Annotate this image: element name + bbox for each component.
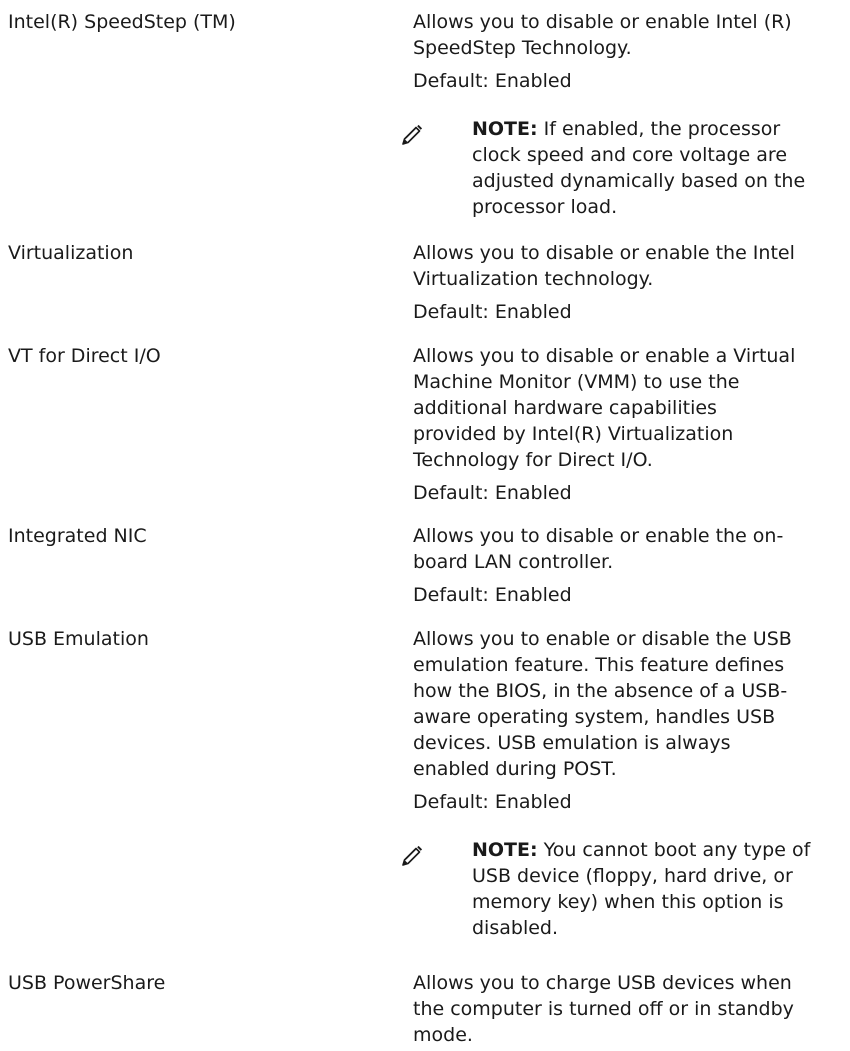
description-line: Allows you to disable or enable the on- <box>413 525 784 547</box>
option-description: Allows you to disable or enable the Inte… <box>413 240 845 325</box>
description-line: the computer is turned off or in standby <box>413 998 794 1020</box>
description-line: Machine Monitor (VMM) to use the <box>413 371 740 393</box>
description-line: SpeedStep Technology. <box>413 37 632 59</box>
note-line: adjusted dynamically based on the <box>472 170 806 192</box>
note-pencil-icon <box>402 124 423 145</box>
description-line: emulation feature. This feature defines <box>413 654 785 676</box>
option-description: Allows you to disable or enable the on- … <box>413 523 845 608</box>
option-name: USB PowerShare <box>8 972 166 994</box>
bios-options-page: Intel(R) SpeedStep (TM) Allows you to di… <box>0 0 850 1051</box>
option-description: Allows you to disable or enable a Virtua… <box>413 343 845 506</box>
description-line: Allows you to charge USB devices when <box>413 972 792 994</box>
note-line: NOTE: If enabled, the processor <box>472 116 845 142</box>
description-line: board LAN controller. <box>413 551 614 573</box>
description-line: additional hardware capabilities <box>413 397 717 419</box>
default-value: Default: Enabled <box>413 791 572 813</box>
note-line: processor load. <box>472 196 618 218</box>
option-description: Allows you to charge USB devices when th… <box>413 970 845 1048</box>
description-line: devices. USB emulation is always <box>413 732 731 754</box>
note-block: NOTE: You cannot boot any type of USB de… <box>402 837 845 941</box>
note-pencil-icon <box>402 845 423 866</box>
description-line: provided by Intel(R) Virtualization <box>413 423 734 445</box>
note-label: NOTE: <box>472 118 538 140</box>
note-line: NOTE: You cannot boot any type of <box>472 837 845 863</box>
note-line: USB device (floppy, hard drive, or <box>472 865 793 887</box>
note-line: clock speed and core voltage are <box>472 144 788 166</box>
description-line: Allows you to disable or enable a Virtua… <box>413 345 796 367</box>
note-line: disabled. <box>472 917 559 939</box>
option-description: Allows you to disable or enable Intel (R… <box>402 9 845 220</box>
description-line: Allows you to enable or disable the USB <box>413 628 792 650</box>
description-line: mode. <box>413 1024 473 1046</box>
option-name: Integrated NIC <box>8 525 147 547</box>
option-description: Allows you to enable or disable the USB … <box>402 626 845 941</box>
option-name: Virtualization <box>8 242 134 264</box>
note-text: If enabled, the processor <box>537 118 781 140</box>
note-text: You cannot boot any type of <box>537 839 811 861</box>
option-name: USB Emulation <box>8 628 149 650</box>
note-block: NOTE: If enabled, the processor clock sp… <box>402 116 845 220</box>
description-line: enabled during POST. <box>413 758 617 780</box>
default-value: Default: Enabled <box>413 70 572 92</box>
note-line: memory key) when this option is <box>472 891 784 913</box>
default-value: Default: Enabled <box>413 584 572 606</box>
default-value: Default: Enabled <box>413 301 572 323</box>
description-line: how the BIOS, in the absence of a USB- <box>413 680 788 702</box>
option-name: VT for Direct I/O <box>8 345 161 367</box>
description-line: Allows you to disable or enable the Inte… <box>413 242 795 264</box>
default-value: Default: Enabled <box>413 482 572 504</box>
description-line: aware operating system, handles USB <box>413 706 776 728</box>
option-name: Intel(R) SpeedStep (TM) <box>8 11 236 33</box>
note-label: NOTE: <box>472 839 538 861</box>
description-line: Allows you to disable or enable Intel (R… <box>413 11 792 33</box>
description-line: Technology for Direct I/O. <box>413 449 653 471</box>
description-line: Virtualization technology. <box>413 268 654 290</box>
